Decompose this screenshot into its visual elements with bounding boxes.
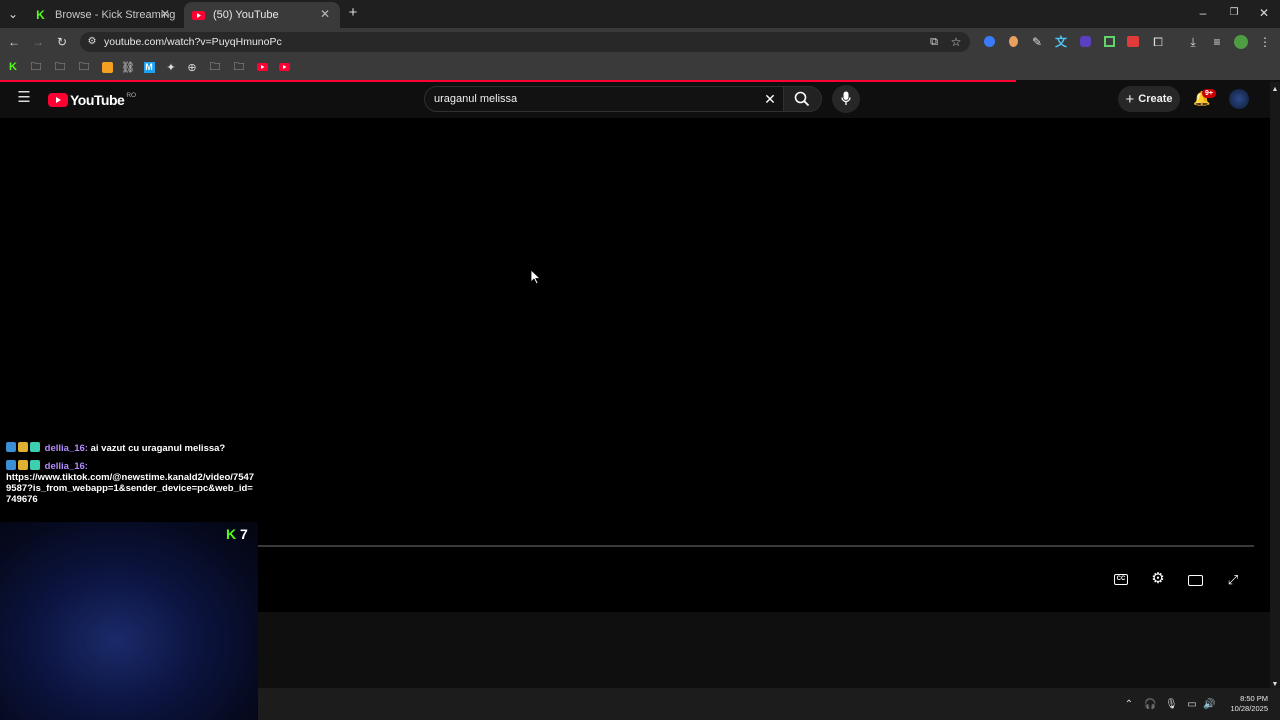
folder-icon[interactable]: 🗀: [29, 60, 43, 74]
more-menu-icon[interactable]: ⋮: [1258, 35, 1272, 49]
badge-icon: [6, 442, 16, 452]
m-bookmark-icon[interactable]: M: [143, 61, 155, 73]
minimize-icon[interactable]: –: [1196, 6, 1210, 20]
forward-icon[interactable]: →: [31, 35, 45, 49]
extensions-puzzle-icon[interactable]: ⧠: [1151, 35, 1165, 49]
site-info-icon[interactable]: ⚙: [86, 35, 98, 49]
below-player-area: [258, 612, 1270, 688]
profile-avatar[interactable]: [1234, 35, 1248, 49]
pen-extension-icon[interactable]: ✎: [1030, 35, 1044, 49]
microphone-icon: [841, 91, 851, 111]
media-controls-icon[interactable]: ≡: [1210, 35, 1224, 49]
tab-title: (50) YouTube: [213, 9, 279, 21]
close-icon[interactable]: ✕: [320, 7, 330, 21]
reload-icon[interactable]: ↻: [55, 35, 69, 49]
rss-bookmark-icon[interactable]: [101, 61, 113, 73]
chat-message: dellia_16: https://www.tiktok.com/@newst…: [6, 460, 258, 505]
account-avatar[interactable]: [1229, 89, 1249, 109]
network-icon[interactable]: ▭: [1186, 698, 1198, 712]
region-code: RO: [126, 92, 137, 99]
tab-youtube[interactable]: (50) YouTube ✕: [184, 2, 340, 28]
back-icon[interactable]: ←: [7, 35, 21, 49]
settings-gear-icon[interactable]: ⚙: [1150, 571, 1166, 586]
viewer-counter: K 7: [226, 526, 248, 542]
clock-time: 8:50 PM: [1240, 694, 1268, 703]
notification-count-badge: 9+: [1202, 89, 1216, 98]
new-tab-icon[interactable]: +: [346, 5, 360, 20]
headset-icon[interactable]: 🎧: [1144, 698, 1156, 712]
clear-search-icon[interactable]: ✕: [762, 92, 778, 106]
chat-text: ai vazut cu uraganul melissa?: [90, 443, 226, 454]
search-icon: [794, 91, 810, 112]
globe-bookmark-icon[interactable]: ⊕: [185, 60, 199, 74]
kick-icon[interactable]: K: [6, 60, 20, 74]
youtube-icon: [48, 93, 68, 107]
tab-title: Browse - Kick Streaming: [55, 9, 176, 21]
folder-icon[interactable]: 🗀: [77, 60, 91, 74]
page-scrollbar[interactable]: [1270, 82, 1280, 688]
youtube-logo[interactable]: YouTube RO: [48, 92, 136, 108]
volume-icon[interactable]: 🔊: [1203, 698, 1215, 712]
install-app-icon[interactable]: ⧉: [927, 35, 941, 49]
youtube-bookmark-icon[interactable]: [278, 63, 290, 71]
hamburger-menu-icon[interactable]: ☰: [16, 90, 32, 105]
tab-kick[interactable]: K Browse - Kick Streaming ✕: [26, 2, 180, 28]
close-window-icon[interactable]: ✕: [1257, 6, 1271, 20]
chat-username: dellia_16:: [44, 443, 88, 454]
miniplayer-icon[interactable]: [1188, 575, 1203, 586]
extension-icon[interactable]: [984, 36, 995, 47]
folder-icon[interactable]: 🗀: [53, 60, 67, 74]
crown-badge-icon: [18, 460, 28, 470]
chat-username: dellia_16:: [44, 461, 88, 472]
clock-date: 10/28/2025: [1230, 704, 1268, 713]
youtube-bookmark-icon[interactable]: [256, 63, 268, 71]
create-button[interactable]: + Create: [1118, 86, 1180, 112]
subscriber-badge-icon: [30, 442, 40, 452]
extension-icon[interactable]: [1009, 36, 1018, 47]
chat-text: https://www.tiktok.com/@newstime.kanald2…: [6, 472, 255, 505]
viewer-count: 7: [240, 526, 248, 542]
crown-badge-icon: [18, 442, 28, 452]
clock[interactable]: 8:50 PM 10/28/2025: [1222, 694, 1268, 714]
plus-icon: +: [1125, 90, 1135, 108]
folder-icon[interactable]: 🗀: [208, 60, 222, 74]
bookmark-star-icon[interactable]: ☆: [949, 35, 963, 49]
tray-chevron-icon[interactable]: ⌃: [1123, 698, 1135, 712]
badge-icon: [6, 460, 16, 470]
download-icon[interactable]: ⤓: [1186, 35, 1200, 49]
link-bookmark-icon[interactable]: ⛓: [121, 60, 135, 74]
kick-icon: K: [36, 8, 45, 22]
maximize-icon[interactable]: ❐: [1227, 6, 1241, 20]
kick-icon: K: [226, 526, 237, 542]
youtube-icon: [192, 9, 205, 22]
subscriber-badge-icon: [30, 460, 40, 470]
adblock-icon[interactable]: [1127, 36, 1139, 47]
puzzle-bookmark-icon[interactable]: ✦: [164, 60, 178, 74]
scroll-up-icon[interactable]: ▲: [1271, 83, 1279, 97]
search-input[interactable]: uraganul melissa: [434, 93, 517, 105]
url-text[interactable]: youtube.com/watch?v=PuyqHmunoPc: [104, 36, 282, 48]
fullscreen-icon[interactable]: ⤢: [1225, 573, 1241, 587]
screenshot-extension-icon[interactable]: [1104, 36, 1115, 47]
webcam-overlay: [0, 522, 258, 720]
close-icon[interactable]: ✕: [160, 7, 170, 21]
chat-message: dellia_16: ai vazut cu uraganul melissa?: [6, 442, 258, 454]
translate-extension-icon[interactable]: 文: [1054, 35, 1068, 49]
microphone-tray-icon[interactable]: 🎙: [1165, 698, 1178, 712]
mouse-cursor-icon: [530, 269, 542, 290]
extension-icon[interactable]: [1080, 36, 1091, 47]
captions-icon[interactable]: CC: [1114, 574, 1128, 585]
logo-text: YouTube: [70, 92, 125, 108]
chat-overlay: dellia_16: ai vazut cu uraganul melissa?…: [6, 442, 258, 505]
folder-icon[interactable]: 🗀: [232, 60, 246, 74]
video-progress-bar[interactable]: [258, 545, 1254, 547]
create-label: Create: [1138, 93, 1173, 105]
tab-search-chevron-icon[interactable]: ⌄: [6, 7, 20, 21]
